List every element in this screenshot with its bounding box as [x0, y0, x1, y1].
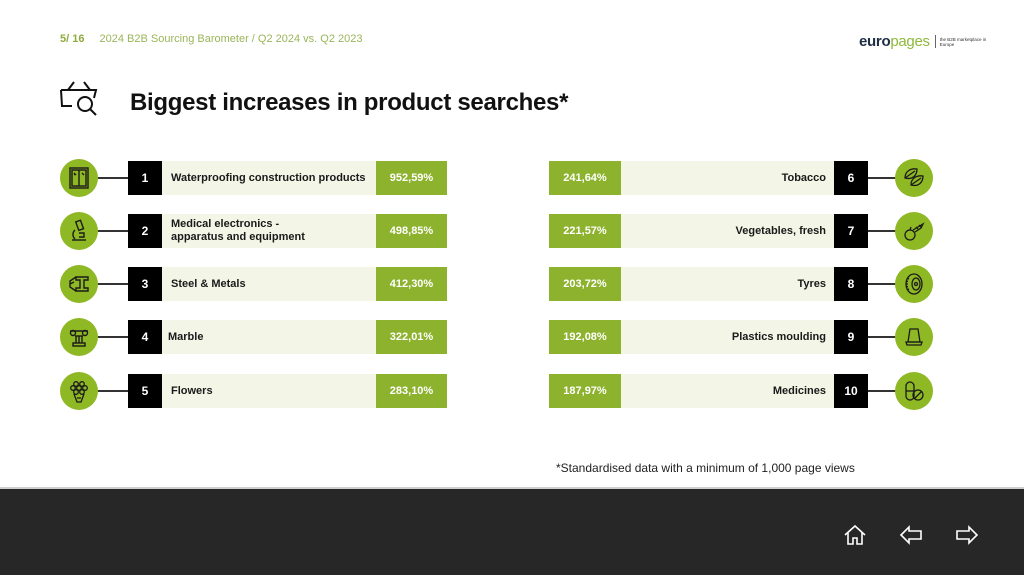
home-icon: [844, 524, 866, 545]
rank-number: 8: [834, 267, 868, 301]
bouquet-icon: [60, 372, 98, 410]
item-value: 192,08%: [549, 320, 621, 354]
rank-number: 6: [834, 161, 868, 195]
column-icon: [60, 318, 98, 356]
connector-line: [98, 230, 128, 232]
leaves-icon: [895, 159, 933, 197]
ranking-row: 203,72% Tyres 8: [0, 265, 933, 303]
item-value: 187,97%: [549, 374, 621, 408]
connector-line: [868, 283, 896, 285]
window-icon: [60, 159, 98, 197]
item-label-line1: Medical electronics -: [171, 218, 280, 230]
item-label: Medicines: [621, 374, 834, 408]
item-value: 952,59%: [376, 161, 447, 195]
rank-number: 9: [834, 320, 868, 354]
europages-logo[interactable]: euro pages the B2B marketplace in Europe: [859, 33, 990, 50]
item-label: Marble: [162, 320, 376, 354]
rank-number: 7: [834, 214, 868, 248]
connector-line: [98, 390, 128, 392]
item-value: 322,01%: [376, 320, 447, 354]
rank-number: 5: [128, 374, 162, 408]
pills-icon: [895, 372, 933, 410]
steel-beam-icon: [60, 265, 98, 303]
logo-text-euro: euro: [859, 33, 891, 50]
moulded-cup-icon: [895, 318, 933, 356]
item-label: Tyres: [621, 267, 834, 301]
rank-number: 3: [128, 267, 162, 301]
ranking-row: 241,64% Tobacco 6: [0, 159, 933, 197]
footer-bar: [0, 487, 1024, 575]
item-label: Tobacco: [621, 161, 834, 195]
logo-tagline: the B2B marketplace in Europe: [939, 36, 987, 47]
microscope-icon: [60, 212, 98, 250]
connector-line: [868, 336, 896, 338]
item-value: 498,85%: [376, 214, 447, 248]
tyre-icon: [895, 265, 933, 303]
connector-line: [868, 390, 896, 392]
basket-search-icon: [60, 81, 98, 116]
rank-number: 10: [834, 374, 868, 408]
connector-line: [98, 283, 128, 285]
ranking-row: 221,57% Vegetables, fresh 7: [0, 212, 933, 250]
item-label-line2: apparatus and equipment: [171, 231, 305, 243]
header-bar: 5/ 16 2024 B2B Sourcing Barometer / Q2 2…: [60, 33, 362, 45]
item-value: 412,30%: [376, 267, 447, 301]
item-label: Steel & Metals: [162, 267, 376, 301]
footnote: *Standardised data with a minimum of 1,0…: [556, 461, 855, 475]
rank-number: 2: [128, 214, 162, 248]
ranking-row: 187,97% Medicines 10: [0, 372, 933, 410]
rank-number: 4: [128, 320, 162, 354]
page-indicator: 5/ 16: [60, 33, 85, 45]
ranking-row: 192,08% Plastics moulding 9: [0, 318, 933, 356]
connector-line: [868, 177, 896, 179]
connector-line: [98, 177, 128, 179]
item-label: Waterproofing construction products: [162, 161, 376, 195]
home-button[interactable]: [842, 522, 868, 548]
item-value: 203,72%: [549, 267, 621, 301]
previous-page-button[interactable]: [898, 522, 924, 548]
connector-line: [98, 336, 128, 338]
breadcrumb: 2024 B2B Sourcing Barometer / Q2 2024 vs…: [99, 33, 363, 45]
rank-number: 1: [128, 161, 162, 195]
vegetables-icon: [895, 212, 933, 250]
item-value: 283,10%: [376, 374, 447, 408]
logo-divider: [934, 35, 936, 48]
item-label: Medical electronics - apparatus and equi…: [162, 214, 376, 248]
item-value: 241,64%: [549, 161, 621, 195]
item-label: Vegetables, fresh: [621, 214, 834, 248]
page-title: Biggest increases in product searches*: [130, 89, 569, 116]
item-label: Flowers: [162, 374, 376, 408]
logo-text-pages: pages: [890, 33, 930, 50]
next-page-button[interactable]: [954, 522, 980, 548]
item-label: Plastics moulding: [621, 320, 834, 354]
item-value: 221,57%: [549, 214, 621, 248]
arrow-left-icon: [899, 525, 922, 545]
arrow-right-icon: [956, 525, 979, 545]
connector-line: [868, 230, 896, 232]
